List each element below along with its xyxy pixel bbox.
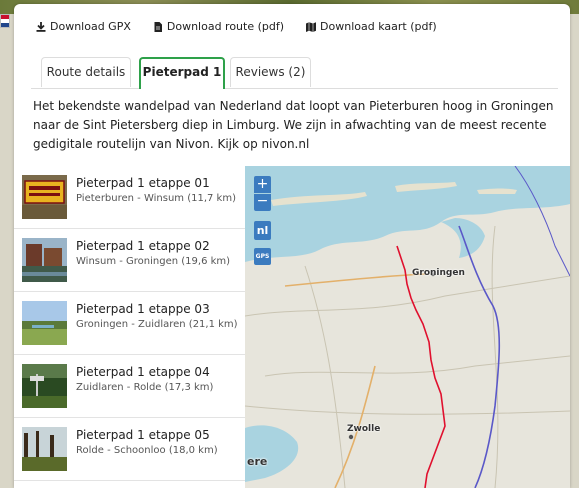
stage-title: Pieterpad 1 etappe 04 [76, 365, 210, 379]
download-kaart-pdf-link[interactable]: Download kaart (pdf) [306, 20, 437, 33]
download-gpx-label: Download GPX [50, 20, 131, 33]
map-canvas [245, 166, 570, 488]
stage-item[interactable]: Pieterpad 1 etappe 01 Pieterburen - Wins… [14, 166, 245, 229]
tab-bar: Route details Pieterpad 1 Reviews (2) [31, 57, 558, 89]
tab-reviews[interactable]: Reviews (2) [230, 57, 311, 87]
map-label-partial: ere [247, 455, 268, 468]
route-description: Het bekendste wandelpad van Nederland da… [33, 99, 554, 151]
stage-item[interactable]: Pieterpad 1 etappe 05 Rolde - Schoonloo … [14, 418, 245, 481]
route-card: Download GPX Download route (pdf) Downlo… [14, 4, 570, 488]
stage-title: Pieterpad 1 etappe 01 [76, 176, 210, 190]
stage-item[interactable]: Pieterpad 1 etappe 02 Winsum - Groningen… [14, 229, 245, 292]
stage-thumbnail [22, 301, 67, 345]
stage-item[interactable]: Pieterpad 1 etappe 03 Groningen - Zuidla… [14, 292, 245, 355]
dutch-flag-icon [0, 14, 10, 28]
download-route-pdf-label: Download route (pdf) [166, 20, 285, 33]
stage-subtitle: Zuidlaren - Rolde (17,3 km) [76, 382, 214, 393]
stage-item[interactable]: Pieterpad 1 etappe 04 Zuidlaren - Rolde … [14, 355, 245, 418]
gps-button[interactable]: GPS [254, 248, 271, 265]
map-icon [306, 21, 317, 32]
map-label-groningen: Groningen [412, 268, 465, 278]
stage-title: Pieterpad 1 etappe 02 [76, 239, 210, 253]
zoom-out-button[interactable]: − [254, 194, 271, 211]
download-bar: Download GPX Download route (pdf) Downlo… [36, 20, 437, 33]
stage-subtitle: Pieterburen - Winsum (11,7 km) [76, 193, 236, 204]
download-kaart-pdf-label: Download kaart (pdf) [320, 20, 437, 33]
zoom-in-button[interactable]: + [254, 176, 271, 193]
stage-thumbnail [22, 427, 67, 471]
nl-button[interactable]: nl [254, 221, 271, 240]
stage-title: Pieterpad 1 etappe 05 [76, 428, 210, 442]
stage-list: Pieterpad 1 etappe 01 Pieterburen - Wins… [14, 166, 245, 488]
download-route-pdf-link[interactable]: Download route (pdf) [153, 20, 284, 33]
stage-subtitle: Winsum - Groningen (19,6 km) [76, 256, 231, 267]
stage-subtitle: Rolde - Schoonloo (18,0 km) [76, 445, 218, 456]
file-icon [154, 21, 162, 32]
stage-thumbnail [22, 364, 67, 408]
stage-subtitle: Groningen - Zuidlaren (21,1 km) [76, 319, 238, 330]
download-icon [36, 21, 46, 32]
download-gpx-link[interactable]: Download GPX [36, 20, 131, 33]
stage-thumbnail [22, 238, 67, 282]
tab-route-details[interactable]: Route details [41, 57, 131, 87]
route-map[interactable]: Groningen Zwolle ere + − nl GPS [245, 166, 570, 488]
stage-thumbnail [22, 175, 67, 219]
tab-pieterpad-1[interactable]: Pieterpad 1 [139, 57, 225, 89]
map-label-zwolle: Zwolle [347, 424, 381, 434]
stage-title: Pieterpad 1 etappe 03 [76, 302, 210, 316]
